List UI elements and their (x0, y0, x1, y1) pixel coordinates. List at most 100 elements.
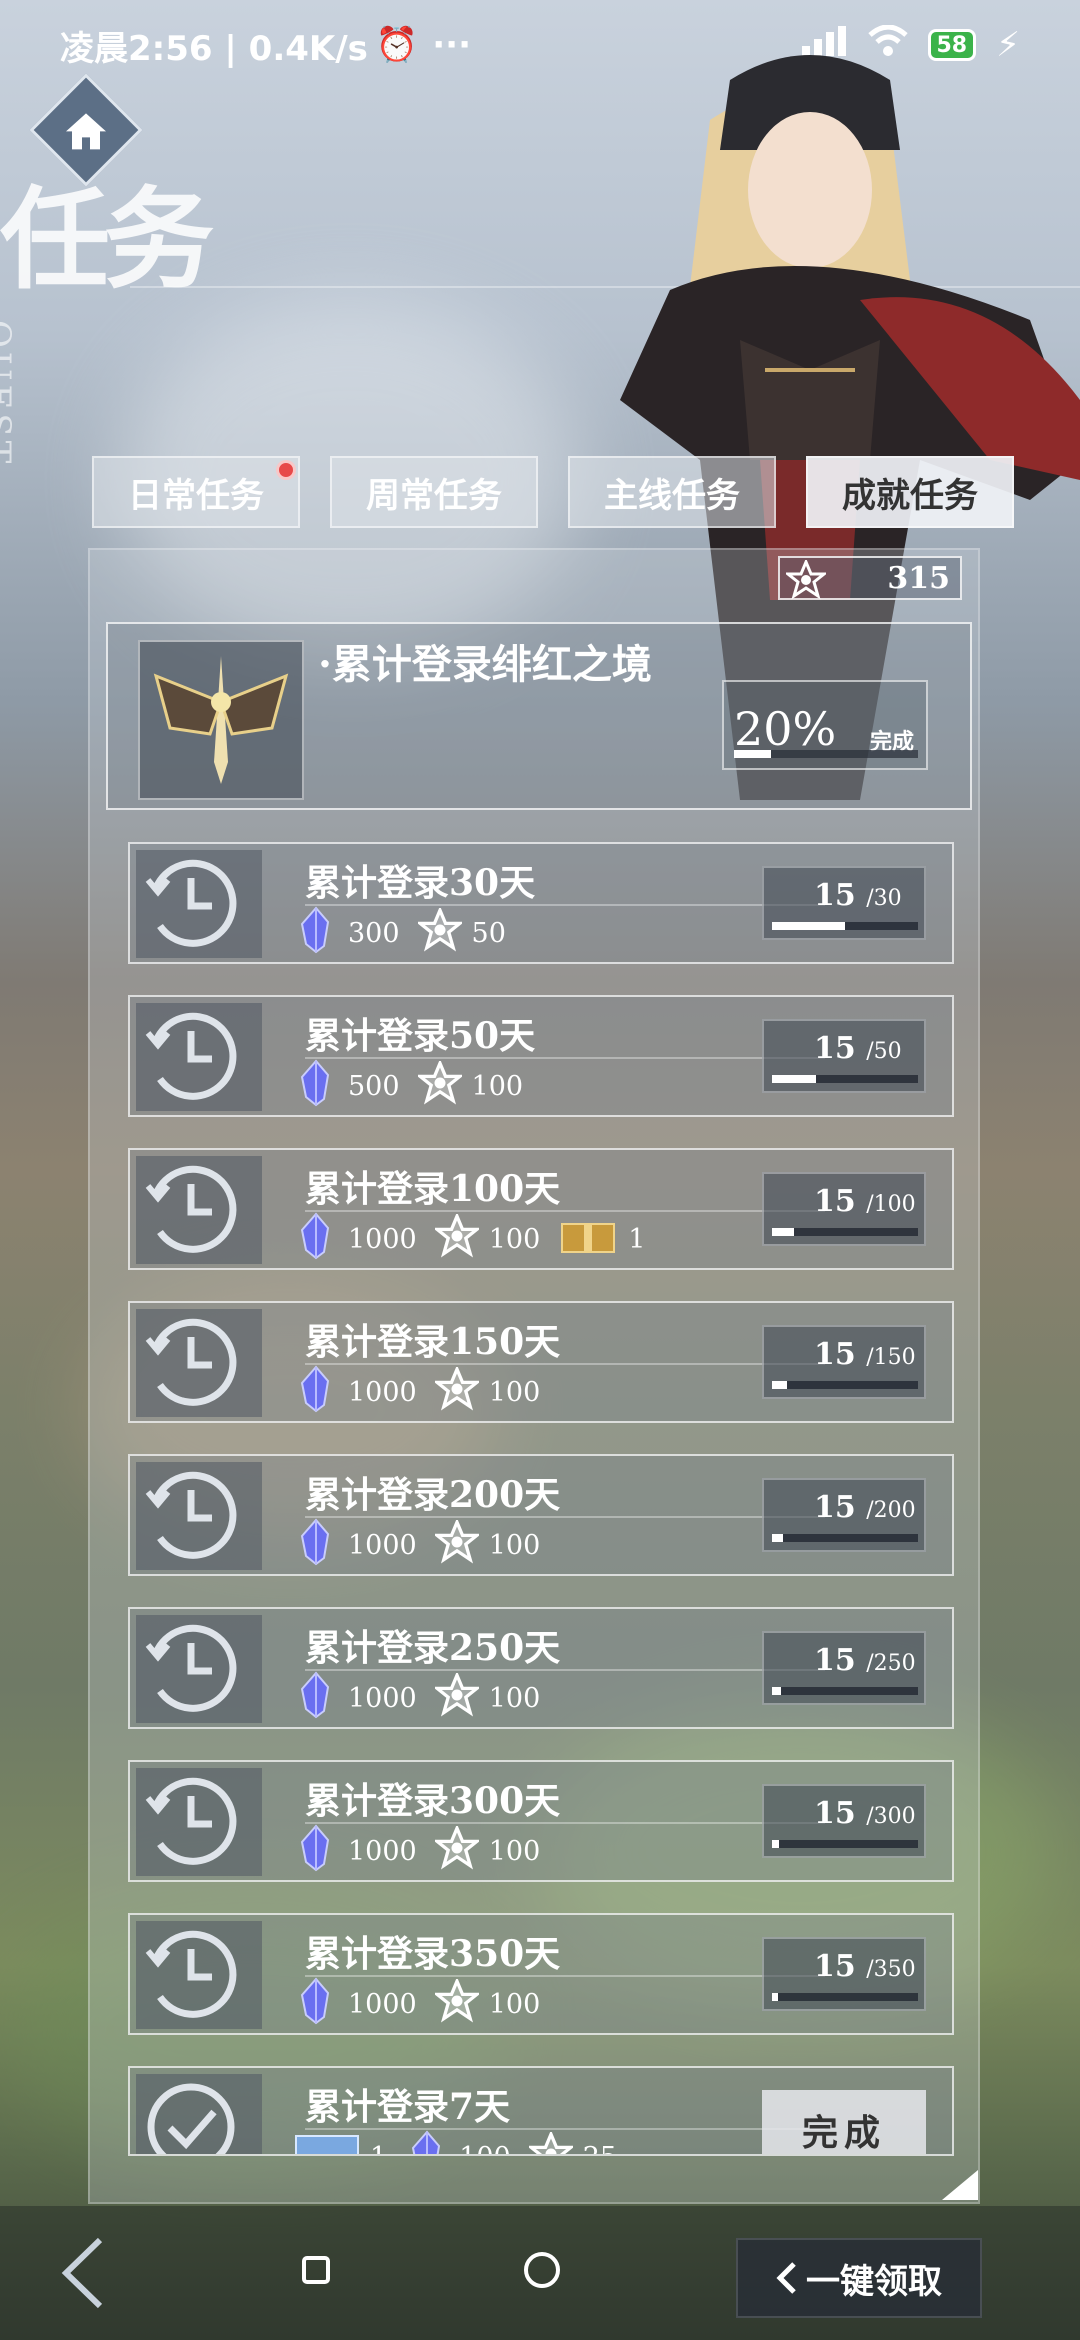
task-rewards: 1000 100 (294, 1364, 548, 1420)
task-progress-bar (772, 1840, 918, 1848)
progress-total: /100 (866, 1192, 916, 1217)
task-progress-bar (772, 1534, 918, 1542)
task-title: 累计登录150天 (305, 1321, 561, 1363)
clock-icon (136, 1615, 262, 1723)
star-badge-icon (432, 1976, 482, 2030)
task-row[interactable]: 累计登录250天 1000 100 15 /250 (128, 1607, 954, 1729)
reward-amount: 1000 (348, 1989, 417, 2020)
progress-fill (734, 750, 771, 758)
reward-amount: 1000 (348, 1683, 417, 1714)
reward-item: 100 (432, 1364, 541, 1418)
task-progress: 15 /250 (762, 1631, 926, 1705)
progress-total: /250 (866, 1651, 916, 1676)
task-row[interactable]: 累计登录200天 1000 100 15 /200 (128, 1454, 954, 1576)
task-title: 累计登录7天 (305, 2086, 511, 2128)
progress-current: 15 (814, 1184, 856, 1219)
reward-item: 1 (558, 1216, 645, 1263)
clock-icon (136, 1003, 262, 1111)
crystal-icon (405, 2130, 449, 2154)
tab-label: 主线任务 (604, 475, 740, 516)
task-row[interactable]: 累计登录7天 1 100 25 完成 (128, 2066, 954, 2156)
progress-fill (772, 1534, 783, 1542)
task-progress: 15 /100 (762, 1172, 926, 1246)
progress-current: 15 (814, 1643, 856, 1678)
crystal-icon (294, 1059, 338, 1114)
crystal-icon (294, 1671, 338, 1726)
progress-fill (772, 1993, 779, 2001)
complete-button[interactable]: 完成 (762, 2090, 926, 2154)
progress-fill (772, 1687, 781, 1695)
tab-weekly[interactable]: 周常任务 (330, 456, 538, 528)
reward-amount: 1000 (348, 1530, 417, 1561)
progress-fill (772, 1228, 794, 1236)
status-time: 凌晨2:56 | 0.4K/s (60, 28, 368, 69)
progress-total: /300 (866, 1804, 916, 1829)
reward-amount: 100 (488, 1224, 541, 1255)
progress-current: 15 (814, 1490, 856, 1525)
reward-amount: 50 (471, 918, 506, 949)
task-rewards: 1000 100 1 (294, 1211, 653, 1267)
achievement-emblem (138, 640, 304, 800)
achievement-card: ·累计登录绯红之境 20% 完成 (106, 622, 972, 810)
tab-daily[interactable]: 日常任务 (92, 456, 300, 528)
clock-icon (136, 1462, 262, 1570)
reward-item: 100 (432, 1670, 540, 1724)
progress-total: /200 (866, 1498, 916, 1523)
reward-item: 1000 (294, 1977, 417, 2032)
progress-current: 15 (814, 878, 856, 913)
crystal-icon (294, 1977, 338, 2032)
task-row[interactable]: 累计登录50天 500 100 15 /50 (128, 995, 954, 1117)
reward-item: 100 (432, 1211, 541, 1265)
clock-icon (136, 1156, 262, 1264)
task-title: 累计登录50天 (305, 1015, 536, 1057)
star-badge-icon (432, 1823, 482, 1877)
task-progress-bar (772, 1993, 918, 2001)
task-title: 累计登录350天 (305, 1933, 561, 1975)
reward-amount: 100 (471, 1071, 524, 1102)
clock-icon (136, 1921, 262, 2029)
task-progress: 15 /200 (762, 1478, 926, 1552)
tab-achievement[interactable]: 成就任务 (806, 456, 1014, 528)
task-rewards: 300 50 (294, 905, 514, 961)
tab-main[interactable]: 主线任务 (568, 456, 776, 528)
task-title: 累计登录300天 (305, 1780, 561, 1822)
reward-item: 1000 (294, 1518, 417, 1573)
notification-dot (276, 460, 296, 480)
task-row[interactable]: 累计登录350天 1000 100 15 /350 (128, 1913, 954, 2035)
star-badge-icon (432, 1211, 482, 1265)
nav-home-button[interactable] (302, 2256, 330, 2284)
claim-all-button[interactable]: 一键领取 (736, 2238, 982, 2318)
star-badge-icon (432, 1517, 482, 1571)
task-progress-bar (772, 1381, 918, 1389)
nav-recents-button[interactable] (524, 2252, 560, 2288)
tab-bar: 日常任务 周常任务 主线任务 成就任务 (92, 456, 1014, 528)
progress-fill (772, 922, 845, 930)
status-more: ··· (432, 25, 471, 65)
progress-total: /150 (866, 1345, 916, 1370)
task-progress: 15 /350 (762, 1937, 926, 2011)
task-row[interactable]: 累计登录30天 300 50 15 /30 (128, 842, 954, 964)
winged-sword-icon (153, 656, 289, 784)
crystal-icon (294, 906, 338, 961)
reward-amount: 1000 (348, 1377, 417, 1408)
claim-all-label: 一键领取 (806, 2261, 942, 2302)
ticket-icon (294, 2134, 360, 2154)
star-badge-icon (432, 1364, 482, 1418)
progress-current: 15 (814, 1337, 856, 1372)
task-rewards: 1 100 25 (294, 2129, 625, 2154)
task-title: 累计登录30天 (305, 862, 536, 904)
task-title: 累计登录200天 (305, 1474, 561, 1516)
star-badge-icon (432, 1670, 482, 1724)
task-progress: 15 /150 (762, 1325, 926, 1399)
task-row[interactable]: 累计登录100天 1000 100 1 15 /100 (128, 1148, 954, 1270)
task-progress-bar (772, 922, 918, 930)
alarm-icon: ⏰ (375, 25, 419, 65)
achievement-progress-bar (734, 750, 918, 758)
nav-back-button[interactable] (60, 2236, 104, 2314)
crystal-icon (294, 1824, 338, 1879)
task-row[interactable]: 累计登录150天 1000 100 15 /150 (128, 1301, 954, 1423)
reward-amount: 100 (488, 1377, 541, 1408)
task-row[interactable]: 累计登录300天 1000 100 15 /300 (128, 1760, 954, 1882)
crystal-icon (294, 1212, 338, 1267)
achievement-progress: 20% 完成 (722, 680, 928, 770)
